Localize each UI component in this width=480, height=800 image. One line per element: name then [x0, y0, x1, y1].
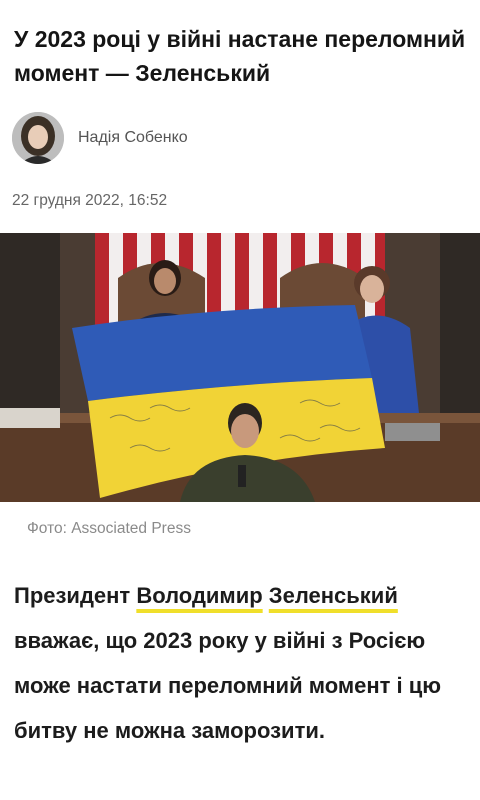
- link-zelenskyi[interactable]: Зеленський: [269, 583, 398, 608]
- article-headline: У 2023 році у війні настане переломний м…: [14, 26, 466, 86]
- link-volodymyr[interactable]: Володимир: [136, 583, 262, 608]
- article-photo[interactable]: [0, 233, 480, 502]
- article-lead-paragraph: Президент Володимир Зеленський вважає, щ…: [14, 573, 470, 753]
- photo-caption: Фото: Associated Press: [27, 520, 191, 537]
- news-photo-icon: [0, 233, 480, 502]
- lead-text-rest: вважає, що 2023 року у війні з Росією мо…: [14, 628, 442, 743]
- publish-date: 22 грудня 2022, 16:52: [12, 192, 168, 209]
- author-avatar[interactable]: [12, 112, 64, 164]
- lead-text-start: Президент: [14, 583, 137, 608]
- author-byline[interactable]: Надія Собенко: [12, 112, 188, 164]
- author-avatar-photo-icon: [12, 112, 64, 164]
- author-name-link[interactable]: Надія Собенко: [78, 129, 188, 147]
